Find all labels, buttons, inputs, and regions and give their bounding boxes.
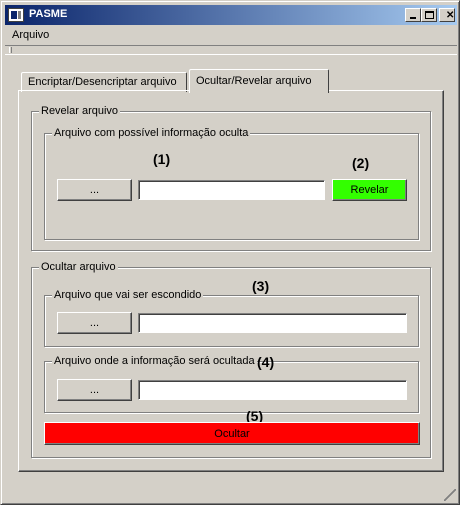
reveal-file-group-label: Arquivo com possível informação oculta [52, 127, 251, 139]
marker-1: (1) [153, 151, 171, 167]
toolbar-band [5, 45, 457, 55]
maximize-icon[interactable] [421, 8, 437, 22]
tab-encriptar[interactable]: Encriptar/Desencriptar arquivo [21, 72, 187, 92]
reveal-button[interactable]: Revelar [332, 179, 407, 201]
main-window: PASME ✕ Arquivo Encriptar/Desencriptar a… [0, 0, 460, 505]
reveal-group-label: Revelar arquivo [39, 105, 121, 117]
app-icon[interactable] [8, 8, 24, 22]
marker-4: (4) [257, 354, 275, 370]
hide-file-group-label: Arquivo que vai ser escondido [52, 289, 204, 301]
toolbar-grip-icon[interactable] [9, 47, 12, 53]
menu-arquivo[interactable]: Arquivo [12, 29, 49, 41]
hide-button[interactable]: Ocultar [44, 422, 420, 445]
hide-group-label: Ocultar arquivo [39, 261, 118, 273]
reveal-file-field[interactable] [138, 180, 325, 200]
menu-bar: Arquivo [5, 27, 457, 44]
minimize-icon[interactable] [405, 8, 421, 22]
carrier-file-group-label: Arquivo onde a informação será ocultada [52, 355, 257, 367]
tab-ocultar-revelar[interactable]: Ocultar/Revelar arquivo [189, 69, 329, 93]
carrier-browse-button[interactable]: ... [57, 379, 132, 401]
title-bar[interactable]: PASME ✕ [5, 5, 457, 25]
marker-2: (2) [352, 155, 370, 171]
marker-3: (3) [252, 278, 270, 294]
hide-file-field[interactable] [138, 313, 407, 333]
hide-file-browse-button[interactable]: ... [57, 312, 132, 334]
carrier-file-field[interactable] [138, 380, 407, 400]
close-icon[interactable]: ✕ [439, 8, 455, 22]
window-title: PASME [29, 8, 68, 20]
reveal-browse-button[interactable]: ... [57, 179, 132, 201]
resize-grip-icon[interactable] [444, 489, 456, 501]
